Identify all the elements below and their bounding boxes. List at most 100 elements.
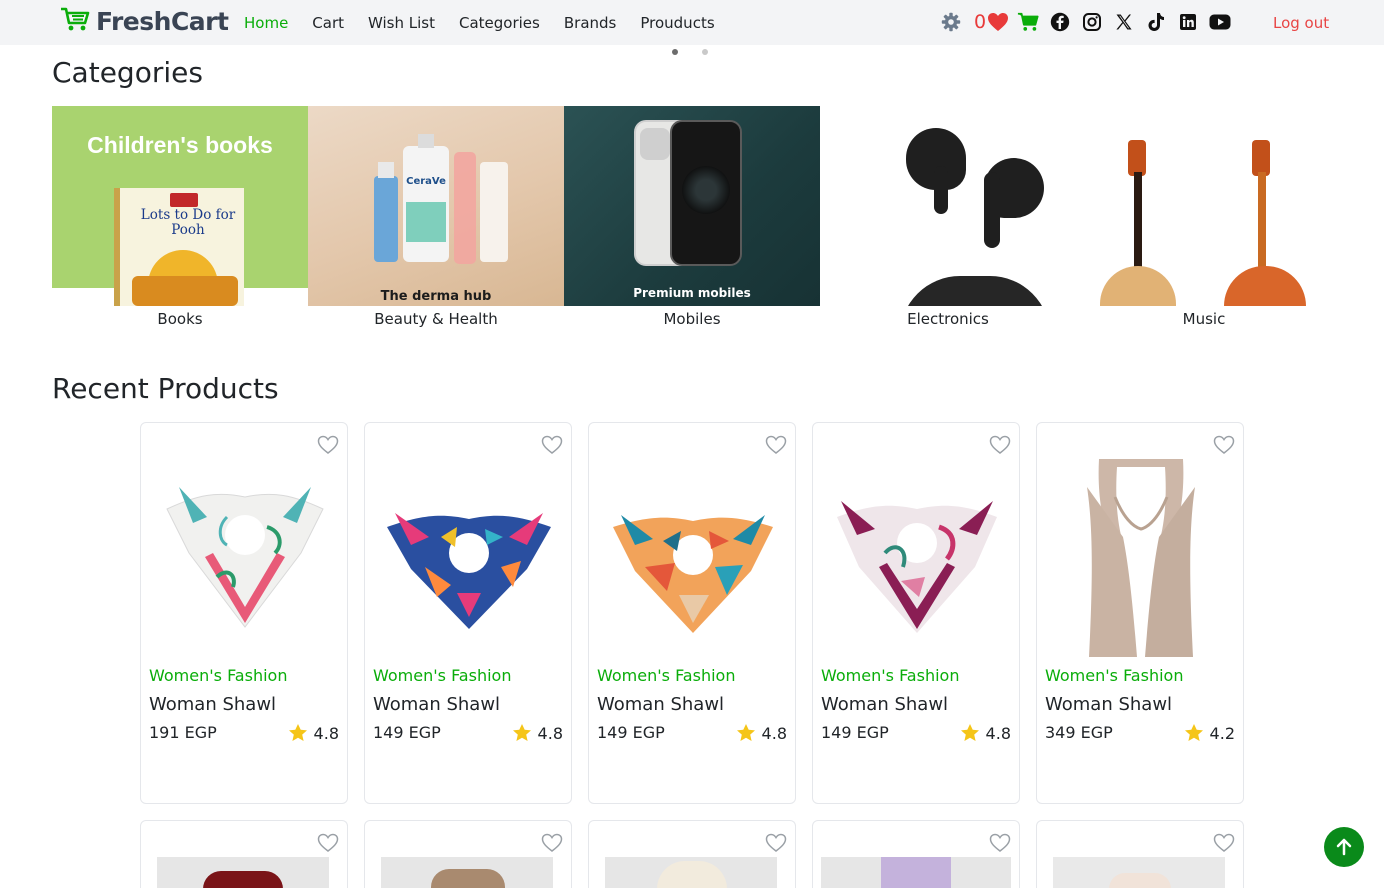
star-icon	[288, 724, 307, 741]
cart-logo-icon	[60, 6, 90, 36]
product-image	[605, 857, 777, 888]
product-rating-value: 4.8	[761, 723, 787, 743]
nav-link-home[interactable]: Home	[244, 13, 288, 33]
product-category: Women's Fashion	[597, 666, 736, 685]
arrow-up-icon	[1336, 838, 1352, 856]
product-card[interactable]	[1036, 820, 1244, 888]
wishlist-heart-icon[interactable]	[317, 435, 339, 455]
youtube-icon[interactable]	[1209, 11, 1231, 33]
product-price: 349 EGP	[1045, 723, 1113, 742]
category-mobiles[interactable]: Premium mobiles Mobiles	[564, 106, 820, 336]
product-card[interactable]: Women's Fashion Woman Shawl 349 EGP 4.2	[1036, 422, 1244, 804]
category-label: Books	[157, 310, 203, 328]
product-rating-value: 4.8	[537, 723, 563, 743]
product-rating: 4.8	[288, 723, 339, 743]
product-image-shawl	[381, 457, 557, 659]
star-icon	[960, 724, 979, 741]
product-category: Women's Fashion	[821, 666, 960, 685]
product-rating: 4.8	[736, 723, 787, 743]
gear-icon[interactable]	[940, 11, 962, 33]
slider-dots	[672, 49, 708, 55]
product-title[interactable]: Woman Shawl	[821, 694, 948, 715]
star-icon	[1184, 724, 1203, 741]
wishlist-heart-icon[interactable]	[765, 435, 787, 455]
product-image-shawl	[157, 457, 333, 659]
nav-links: Home Cart Wish List Categories Brands Pr…	[244, 13, 739, 33]
instagram-icon[interactable]	[1081, 11, 1103, 33]
wishlist-heart-icon[interactable]	[989, 833, 1011, 853]
product-category: Women's Fashion	[149, 666, 288, 685]
category-mobiles-image: Premium mobiles	[564, 106, 820, 306]
category-books-banner-text: Children's books	[87, 132, 273, 158]
wishlist-heart-icon[interactable]	[1213, 435, 1235, 455]
product-rating-value: 4.8	[985, 723, 1011, 743]
product-price: 149 EGP	[821, 723, 889, 742]
wishlist-heart-icon[interactable]	[1213, 833, 1235, 853]
product-card[interactable]	[588, 820, 796, 888]
product-card[interactable]	[812, 820, 1020, 888]
category-music[interactable]: Music	[1076, 106, 1332, 336]
category-electronics[interactable]: Electronics	[820, 106, 1076, 336]
category-label: Mobiles	[663, 310, 721, 328]
product-category: Women's Fashion	[373, 666, 512, 685]
product-card[interactable]: Women's Fashion Woman Shawl 149 EGP 4.8	[812, 422, 1020, 804]
tiktok-icon[interactable]	[1145, 11, 1167, 33]
back-to-top-button[interactable]	[1324, 827, 1364, 867]
recent-products-title: Recent Products	[52, 372, 279, 405]
product-rating: 4.8	[512, 723, 563, 743]
product-image-shawl	[605, 457, 781, 659]
product-price: 149 EGP	[373, 723, 441, 742]
wishlist-heart-icon[interactable]	[765, 833, 787, 853]
nav-actions: 0	[940, 11, 1241, 33]
product-title[interactable]: Woman Shawl	[1045, 694, 1172, 715]
product-image	[381, 857, 553, 888]
categories-title: Categories	[52, 56, 203, 89]
book-cover-title: Lots to Do for Pooh	[140, 207, 236, 238]
product-card[interactable]: Women's Fashion Woman Shawl 191 EGP 4.8	[140, 422, 348, 804]
nav-link-cart[interactable]: Cart	[312, 13, 344, 33]
x-icon[interactable]	[1113, 11, 1135, 33]
wishlist-heart-icon[interactable]	[541, 435, 563, 455]
product-title[interactable]: Woman Shawl	[373, 694, 500, 715]
product-card[interactable]	[140, 820, 348, 888]
linkedin-icon[interactable]	[1177, 11, 1199, 33]
nav-link-wishlist[interactable]: Wish List	[368, 13, 435, 33]
nav-link-products[interactable]: Prouducts	[640, 13, 714, 33]
category-books[interactable]: Children's books Lots to Do for Pooh Boo…	[52, 106, 308, 336]
heart-icon[interactable]	[987, 11, 1009, 33]
product-card[interactable]: Women's Fashion Woman Shawl 149 EGP 4.8	[588, 422, 796, 804]
product-image	[1053, 857, 1225, 888]
product-image	[821, 857, 1011, 888]
star-icon	[512, 724, 531, 741]
slider-dot[interactable]	[702, 49, 708, 55]
cart-icon[interactable]	[1017, 11, 1039, 33]
product-rating-value: 4.2	[1209, 723, 1235, 743]
product-title[interactable]: Woman Shawl	[597, 694, 724, 715]
nav-link-categories[interactable]: Categories	[459, 13, 540, 33]
product-title[interactable]: Woman Shawl	[149, 694, 276, 715]
product-category: Women's Fashion	[1045, 666, 1184, 685]
product-image-shawl	[829, 457, 1005, 659]
category-electronics-image	[820, 106, 1076, 306]
star-icon	[736, 724, 755, 741]
product-rating: 4.8	[960, 723, 1011, 743]
nav-link-brands[interactable]: Brands	[564, 13, 617, 33]
product-rating: 4.2	[1184, 723, 1235, 743]
facebook-icon[interactable]	[1049, 11, 1071, 33]
category-label: Electronics	[907, 310, 989, 328]
wishlist-heart-icon[interactable]	[989, 435, 1011, 455]
category-label: Beauty & Health	[374, 310, 498, 328]
product-card[interactable]	[364, 820, 572, 888]
category-books-image: Children's books Lots to Do for Pooh	[52, 106, 308, 306]
wishlist-heart-icon[interactable]	[317, 833, 339, 853]
logout-link[interactable]: Log out	[1273, 13, 1329, 33]
wishlist-count: 0	[974, 11, 987, 33]
slider-dot-active[interactable]	[672, 49, 678, 55]
product-price: 149 EGP	[597, 723, 665, 742]
product-card[interactable]: Women's Fashion Woman Shawl 149 EGP 4.8	[364, 422, 572, 804]
wishlist-heart-icon[interactable]	[541, 833, 563, 853]
category-music-image	[1076, 106, 1332, 306]
brand-logo[interactable]: FreshCart	[60, 6, 229, 36]
category-mobiles-banner-text: Premium mobiles	[633, 286, 751, 300]
category-beauty[interactable]: CeraVe The derma hub Beauty & Health	[308, 106, 564, 336]
